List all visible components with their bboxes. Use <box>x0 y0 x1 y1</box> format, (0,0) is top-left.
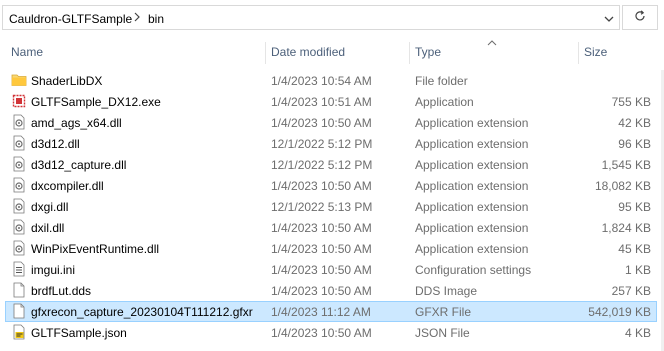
file-name: GLTFSample_DX12.exe <box>31 95 161 109</box>
chevron-down-icon[interactable] <box>602 12 616 26</box>
file-date: 1/4/2023 10:54 AM <box>271 74 372 88</box>
file-type: Application extension <box>415 116 529 130</box>
file-date: 1/4/2023 10:50 AM <box>271 326 372 340</box>
file-size: 4 KB <box>624 326 651 340</box>
file-size: 1,824 KB <box>601 221 651 235</box>
column-divider[interactable] <box>578 42 579 64</box>
file-name: dxcompiler.dll <box>31 179 104 193</box>
file-type: Application extension <box>415 158 529 172</box>
file-date: 12/1/2022 5:12 PM <box>271 158 373 172</box>
file-type: GFXR File <box>415 305 472 319</box>
file-name: dxil.dll <box>31 221 65 235</box>
file-size: 95 KB <box>618 200 651 214</box>
file-row[interactable]: dxgi.dll 12/1/2022 5:13 PM Application ext… <box>0 196 664 217</box>
dll-icon <box>11 219 27 235</box>
file-name: d3d12_capture.dll <box>31 158 127 172</box>
file-date: 1/4/2023 10:50 AM <box>271 284 372 298</box>
dll-icon <box>11 198 27 214</box>
exe-icon <box>11 93 27 109</box>
file-type: Application <box>415 95 474 109</box>
file-name: amd_ags_x64.dll <box>31 116 122 130</box>
refresh-icon <box>633 9 647 26</box>
file-name: gfxrecon_capture_20230104T111212.gfxr <box>31 305 253 319</box>
file-type: Application extension <box>415 221 529 235</box>
dll-icon <box>11 135 27 151</box>
file-row[interactable]: ShaderLibDX 1/4/2023 10:54 AM File folder <box>0 70 664 91</box>
generic-file-icon <box>11 282 27 298</box>
file-size: 257 KB <box>611 284 651 298</box>
file-row[interactable]: amd_ags_x64.dll 1/4/2023 10:50 AM Applicat… <box>0 112 664 133</box>
json-file-icon <box>11 324 27 340</box>
file-date: 1/4/2023 10:50 AM <box>271 263 372 277</box>
file-size: 45 KB <box>618 242 651 256</box>
file-size: 755 KB <box>611 95 651 109</box>
file-row[interactable]: brdfLut.dds 1/4/2023 10:50 AM DDS Image 257… <box>0 280 664 301</box>
file-type: DDS Image <box>415 284 478 298</box>
file-row[interactable]: GLTFSample.json 1/4/2023 10:50 AM JSON Fil… <box>0 322 664 343</box>
refresh-button[interactable] <box>622 5 658 30</box>
file-name: ShaderLibDX <box>31 74 103 88</box>
address-bar: Cauldron-GLTFSample bin <box>0 0 664 35</box>
file-date: 1/4/2023 10:50 AM <box>271 221 372 235</box>
dll-icon <box>11 177 27 193</box>
file-type: Application extension <box>415 137 529 151</box>
file-name: WinPixEventRuntime.dll <box>31 242 160 256</box>
file-size: 1 KB <box>624 263 651 277</box>
file-date: 1/4/2023 10:50 AM <box>271 116 372 130</box>
file-size: 42 KB <box>618 116 651 130</box>
file-row[interactable]: WinPixEventRuntime.dll 1/4/2023 10:50 AM A… <box>0 238 664 259</box>
file-date: 1/4/2023 10:50 AM <box>271 242 372 256</box>
file-row[interactable]: d3d12_capture.dll 12/1/2022 5:12 PM Applic… <box>0 154 664 175</box>
dll-icon <box>11 114 27 130</box>
file-name: imgui.ini <box>31 263 76 277</box>
dll-icon <box>11 240 27 256</box>
column-divider[interactable] <box>409 42 410 64</box>
column-headers: Name Date modified Type Size <box>0 38 664 66</box>
file-date: 1/4/2023 10:50 AM <box>271 179 372 193</box>
file-type: Application extension <box>415 200 529 214</box>
file-date: 12/1/2022 5:13 PM <box>271 200 373 214</box>
breadcrumb[interactable]: Cauldron-GLTFSample bin <box>2 5 620 30</box>
file-row[interactable]: dxil.dll 1/4/2023 10:50 AM Application ext… <box>0 217 664 238</box>
file-row[interactable]: dxcompiler.dll 1/4/2023 10:50 AM Applicati… <box>0 175 664 196</box>
file-size: 542,019 KB <box>588 305 651 319</box>
settings-file-icon <box>11 261 27 277</box>
file-row[interactable]: imgui.ini 1/4/2023 10:50 AM Configuration … <box>0 259 664 280</box>
file-type: Application extension <box>415 242 529 256</box>
file-name: brdfLut.dds <box>31 284 92 298</box>
column-header-date[interactable]: Date modified <box>271 45 345 59</box>
file-size: 18,082 KB <box>594 179 651 193</box>
column-divider[interactable] <box>265 42 266 64</box>
column-header-name[interactable]: Name <box>11 45 43 59</box>
file-type: File folder <box>415 74 468 88</box>
file-size: 96 KB <box>618 137 651 151</box>
column-header-size[interactable]: Size <box>584 45 607 59</box>
folder-icon <box>11 72 27 88</box>
file-row[interactable]: gfxrecon_capture_20230104T111212.gfxr 1/4… <box>0 301 664 322</box>
chevron-right-icon[interactable] <box>133 10 141 27</box>
file-name: GLTFSample.json <box>31 326 127 340</box>
file-size: 1,545 KB <box>601 158 651 172</box>
file-date: 1/4/2023 10:51 AM <box>271 95 372 109</box>
generic-file-icon <box>11 303 27 319</box>
file-date: 12/1/2022 5:12 PM <box>271 137 373 151</box>
breadcrumb-root[interactable]: Cauldron-GLTFSample <box>9 12 132 26</box>
file-type: Configuration settings <box>415 263 532 277</box>
column-header-type[interactable]: Type <box>415 45 441 59</box>
sort-ascending-icon <box>487 40 497 46</box>
file-type: Application extension <box>415 179 529 193</box>
file-date: 1/4/2023 11:12 AM <box>271 305 371 319</box>
file-name: d3d12.dll <box>31 137 80 151</box>
file-row[interactable]: d3d12.dll 12/1/2022 5:12 PM Application ex… <box>0 133 664 154</box>
dll-icon <box>11 156 27 172</box>
file-row[interactable]: GLTFSample_DX12.exe 1/4/2023 10:51 AM Appl… <box>0 91 664 112</box>
file-type: JSON File <box>415 326 470 340</box>
file-name: dxgi.dll <box>31 200 69 214</box>
breadcrumb-current[interactable]: bin <box>148 12 164 26</box>
